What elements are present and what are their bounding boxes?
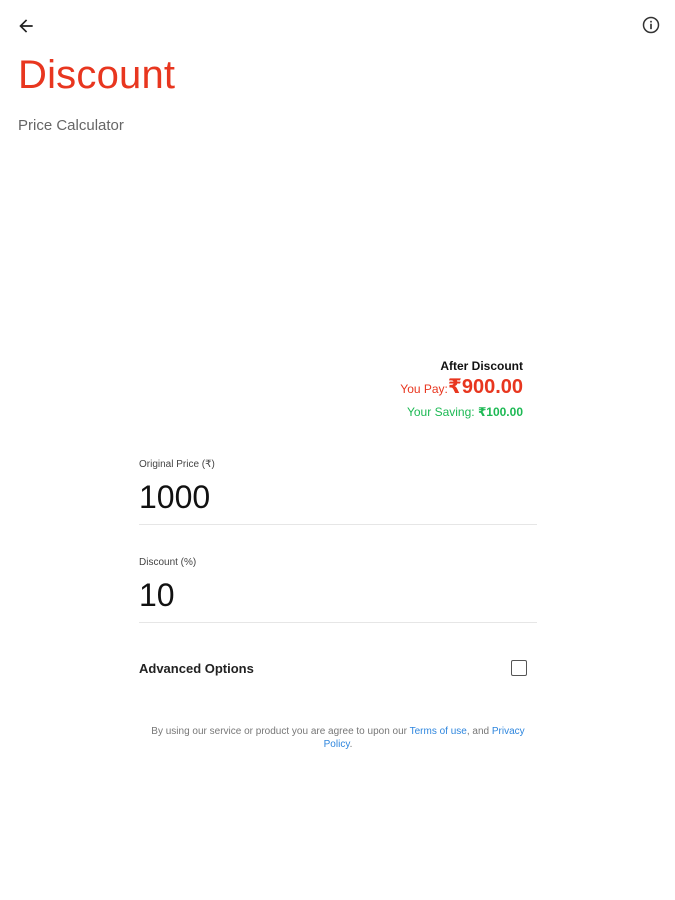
back-arrow-icon	[19, 19, 33, 33]
original-price-field: Original Price (₹)	[139, 458, 537, 525]
info-icon	[642, 16, 660, 34]
result-panel: After Discount You Pay:₹900.00 Your Savi…	[400, 358, 523, 420]
info-button[interactable]	[638, 12, 664, 38]
page-subtitle: Price Calculator	[18, 117, 124, 134]
original-price-underline	[139, 524, 537, 525]
terms-of-use-link[interactable]: Terms of use	[410, 726, 467, 737]
advanced-options-row[interactable]: Advanced Options	[139, 657, 527, 679]
your-saving-row: Your Saving: ₹100.00	[400, 404, 523, 420]
terms-prefix: By using our service or product you are …	[151, 726, 410, 737]
you-pay-amount: ₹900.00	[447, 376, 523, 398]
your-saving-label: Your Saving:	[406, 405, 475, 419]
discount-input[interactable]	[139, 576, 537, 614]
original-price-input[interactable]	[139, 478, 537, 516]
terms-middle: , and	[466, 726, 492, 737]
advanced-options-checkbox[interactable]	[511, 660, 527, 676]
advanced-options-label: Advanced Options	[139, 660, 254, 676]
back-button[interactable]	[12, 12, 40, 40]
discount-label: Discount (%)	[139, 557, 197, 568]
you-pay-row: You Pay:₹900.00	[400, 375, 523, 401]
terms-notice: By using our service or product you are …	[139, 725, 537, 751]
original-price-label: Original Price (₹)	[139, 459, 215, 470]
discount-field: Discount (%)	[139, 556, 537, 623]
discount-calculator-screen: Discount Price Calculator After Discount…	[0, 0, 675, 900]
page-title: Discount	[18, 53, 176, 97]
your-saving-amount: ₹100.00	[477, 405, 523, 419]
terms-suffix: .	[349, 739, 353, 750]
you-pay-label: You Pay:	[400, 382, 448, 396]
after-discount-heading: After Discount	[440, 359, 523, 373]
discount-underline	[139, 622, 537, 623]
